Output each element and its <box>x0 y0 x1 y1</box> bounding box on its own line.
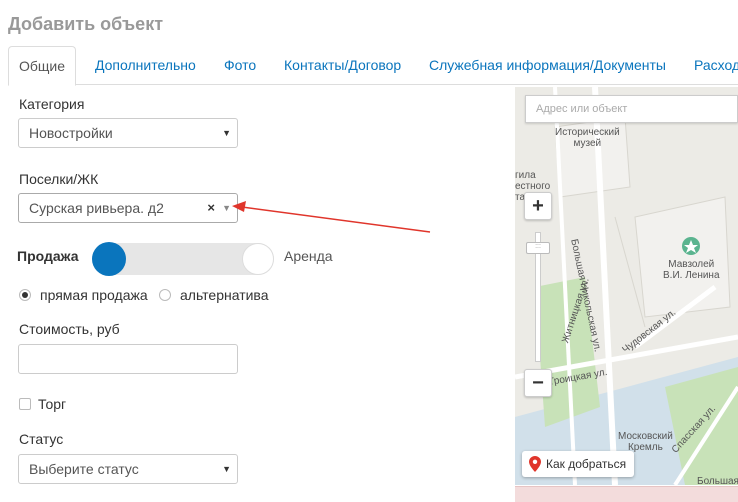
complex-value: Сурская ривьера. д2 <box>29 200 164 216</box>
map-notice-bar <box>515 486 738 502</box>
toggle-knob-sale[interactable] <box>92 242 126 276</box>
bargain-label: Торг <box>38 396 67 412</box>
category-value: Новостройки <box>29 125 113 141</box>
status-value: Выберите статус <box>29 461 139 477</box>
chevron-down-icon: ▼ <box>222 128 231 138</box>
category-label: Категория <box>19 96 85 112</box>
clear-icon[interactable]: × <box>207 194 215 222</box>
rent-toggle-label: Аренда <box>284 248 333 264</box>
zoom-out-button[interactable]: − <box>524 369 552 397</box>
zoom-in-button[interactable]: + <box>524 192 552 220</box>
radio-alternative-label: альтернатива <box>180 287 269 303</box>
chevron-down-icon: ▼ <box>222 464 231 474</box>
complex-select[interactable]: Сурская ривьера. д2 × ▼ <box>18 193 238 223</box>
map-pin-icon <box>529 456 541 472</box>
status-select[interactable]: Выберите статус ▼ <box>18 454 238 484</box>
route-button-label: Как добраться <box>546 457 627 471</box>
tab-expenses[interactable]: Расход <box>684 46 738 85</box>
tab-service-info[interactable]: Служебная информация/Документы <box>419 46 676 85</box>
price-label: Стоимость, руб <box>19 321 120 337</box>
tabs-bar: Общие Дополнительно Фото Контакты/Догово… <box>8 46 738 86</box>
bargain-checkbox[interactable] <box>19 398 31 410</box>
map-label-kremlin: Московский Кремль <box>618 431 673 453</box>
annotation-arrow <box>232 201 431 233</box>
radio-direct-sale[interactable] <box>19 289 31 301</box>
complex-label: Поселки/ЖК <box>19 171 99 187</box>
status-label: Статус <box>19 431 64 447</box>
radio-direct-sale-label: прямая продажа <box>40 287 148 303</box>
tab-additional[interactable]: Дополнительно <box>85 46 206 85</box>
map-label-museum: Исторический музей <box>555 127 620 149</box>
zoom-handle[interactable]: ::: <box>526 242 550 254</box>
sale-toggle-label: Продажа <box>17 248 79 264</box>
radio-alternative[interactable] <box>159 289 171 301</box>
page-title: Добавить объект <box>8 14 164 34</box>
toggle-knob-rent[interactable] <box>242 243 274 275</box>
tab-photo[interactable]: Фото <box>214 46 266 85</box>
category-select[interactable]: Новостройки ▼ <box>18 118 238 148</box>
map-label-mausoleum: Мавзолей В.И. Ленина <box>663 259 720 281</box>
route-button[interactable]: Как добраться <box>522 451 634 477</box>
tab-general[interactable]: Общие <box>8 46 77 86</box>
price-input[interactable] <box>18 344 238 374</box>
map-search-input[interactable]: Адрес или объект <box>525 95 738 123</box>
tab-contacts[interactable]: Контакты/Договор <box>274 46 411 85</box>
